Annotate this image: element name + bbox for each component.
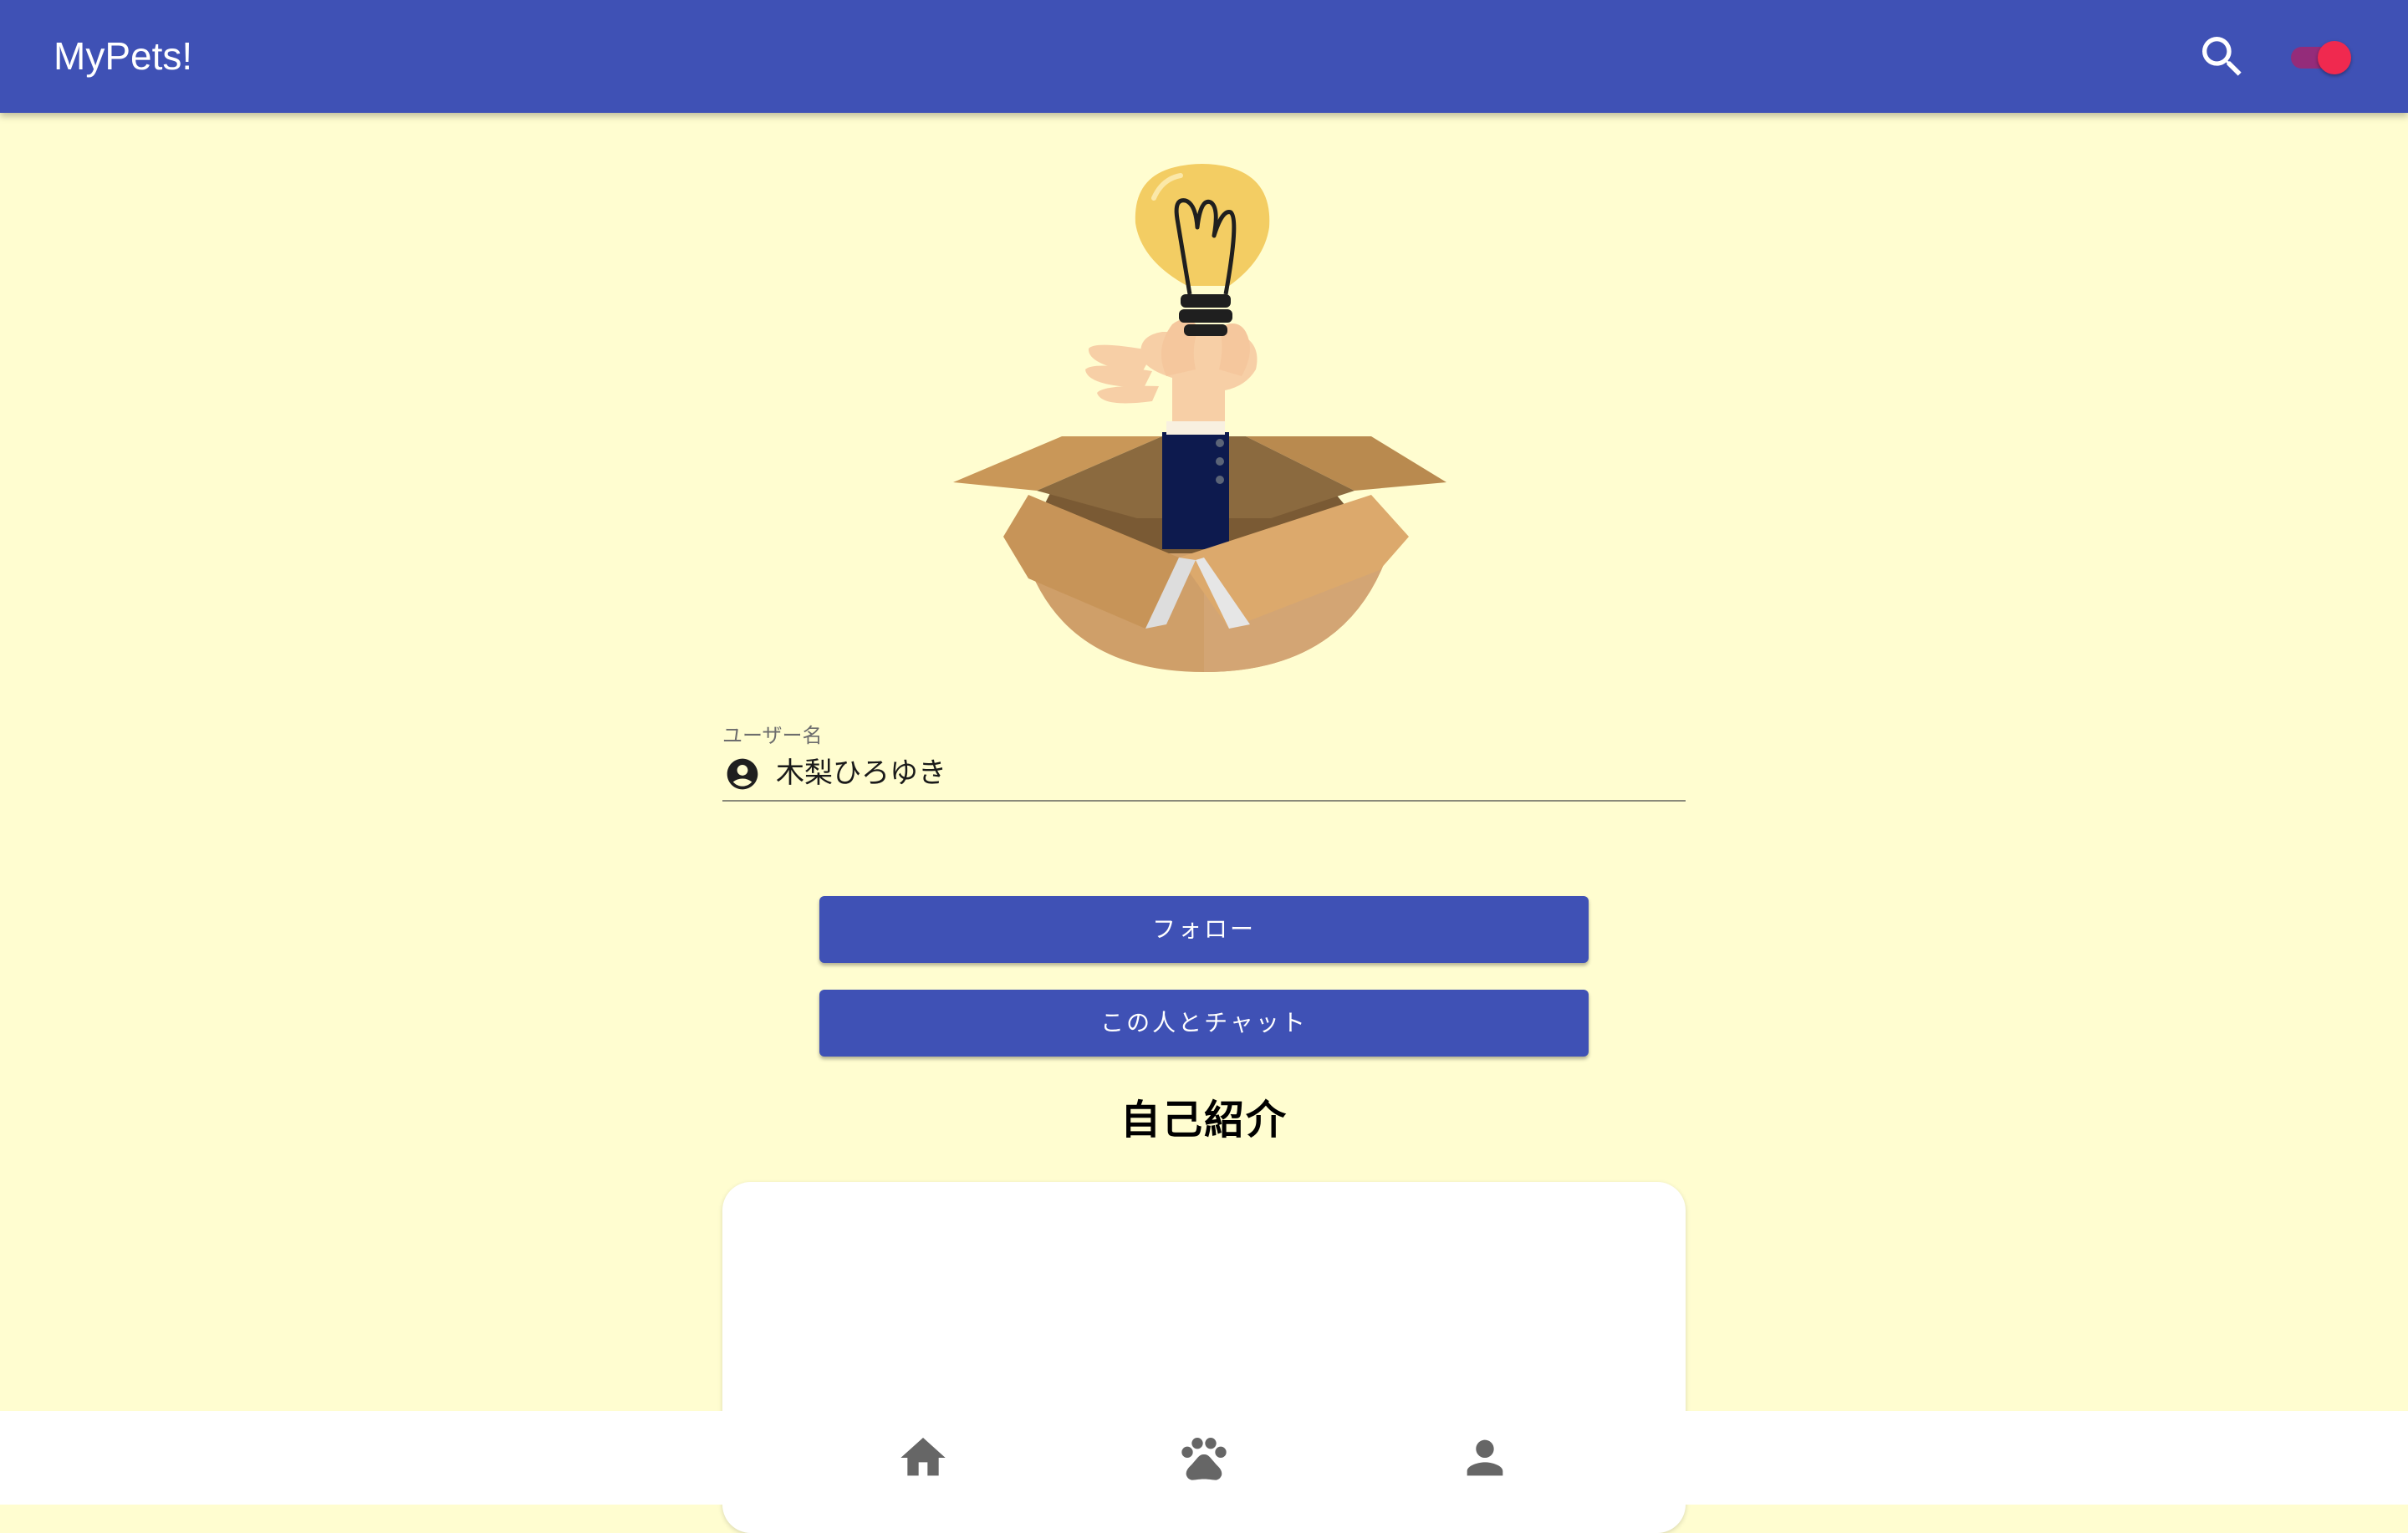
bottom-navigation [0,1411,2408,1505]
search-button[interactable] [2196,30,2249,84]
profile-illustration [953,160,1455,679]
paw-icon [1181,1438,1227,1480]
search-icon [2202,37,2242,76]
username-field[interactable]: ユーザー名 木梨ひろゆき [722,719,1686,802]
theme-toggle-switch[interactable] [2288,37,2356,77]
toggle-thumb [2318,41,2351,74]
username-value[interactable]: 木梨ひろゆき [776,752,946,794]
bio-heading: 自己紹介 [1120,1097,1288,1143]
app-bar: MyPets! [0,0,2408,113]
lightbulb-hand-box-illustration [953,164,1446,672]
account-circle-icon [727,758,758,790]
field-underline [722,800,1686,802]
app-title[interactable]: MyPets! [54,0,192,113]
nav-home[interactable] [896,1431,950,1485]
chat-button[interactable]: この人とチャット [819,990,1589,1057]
person-icon [1467,1439,1503,1476]
follow-button[interactable]: フォロー [819,896,1589,963]
home-icon [900,1438,946,1476]
nav-pets[interactable] [1177,1431,1231,1485]
nav-profile[interactable] [1458,1431,1512,1485]
username-label: ユーザー名 [722,724,823,747]
